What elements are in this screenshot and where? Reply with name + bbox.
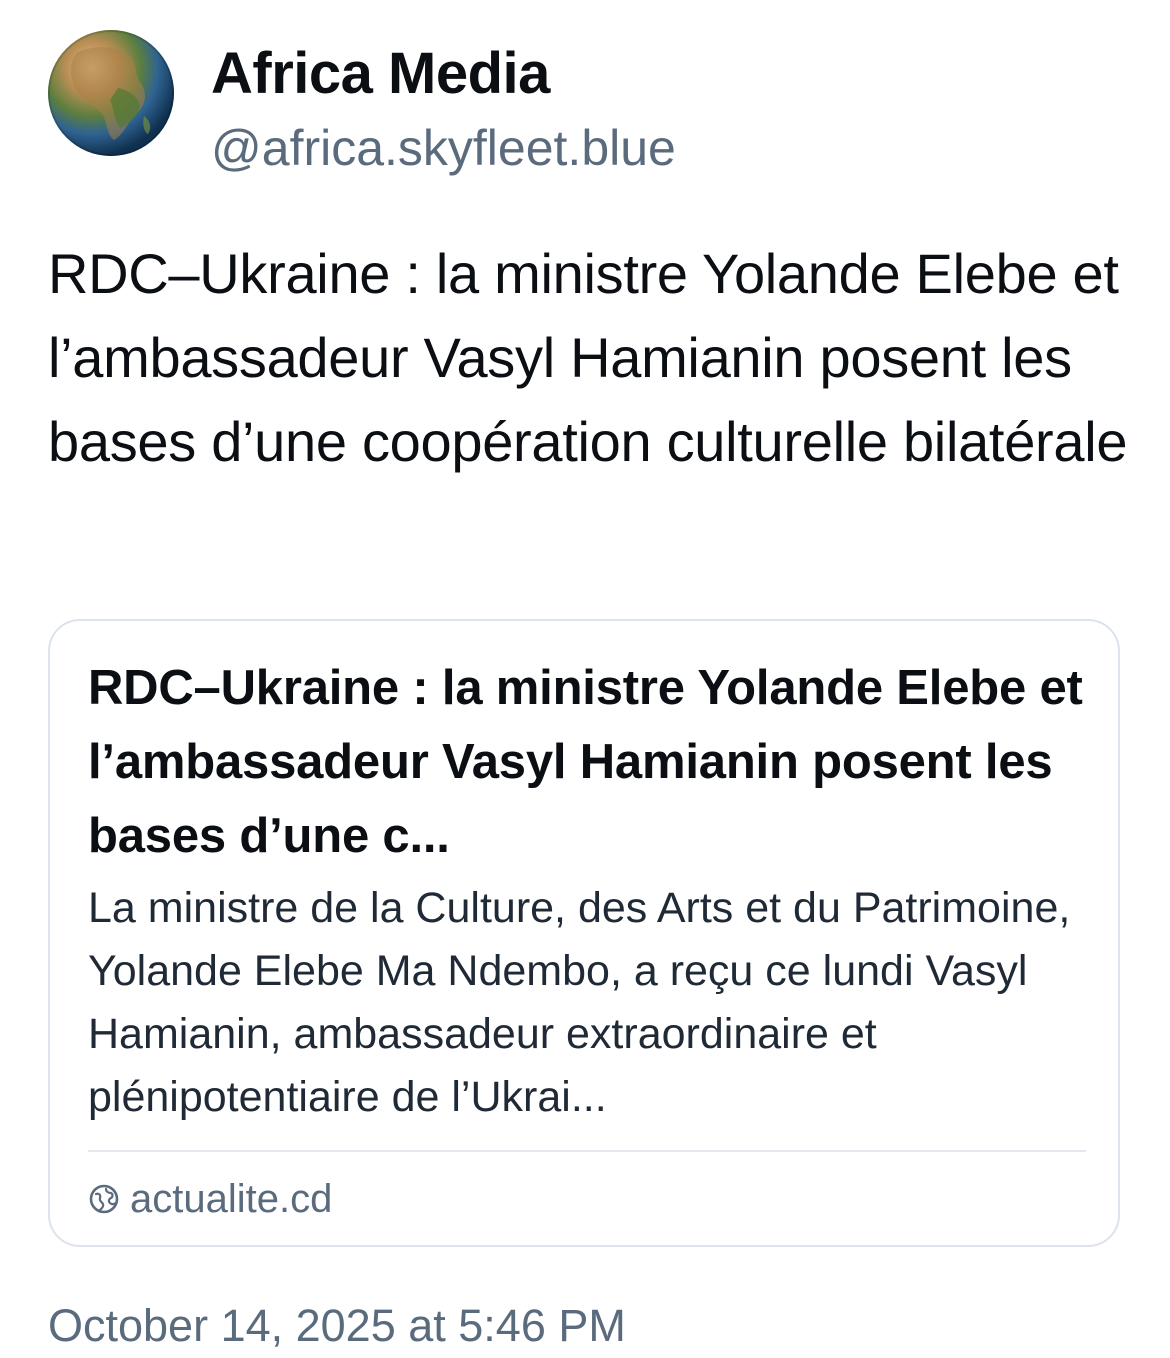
author-display-name[interactable]: Africa Media [211, 40, 550, 108]
post-timestamp[interactable]: October 14, 2025 at 5:46 PM [48, 1294, 626, 1358]
link-card-title: RDC–Ukraine : la ministre Yolande Elebe … [88, 661, 1083, 863]
link-card-domain: actualite.cd [130, 1177, 333, 1221]
card-divider [88, 1150, 1086, 1152]
post: Africa Media @africa.skyfleet.blue RDC–U… [0, 0, 1170, 1353]
avatar[interactable] [48, 30, 174, 156]
author-handle[interactable]: @africa.skyfleet.blue [211, 118, 676, 178]
link-card-description: La ministre de la Culture, des Arts et d… [88, 884, 1071, 1121]
post-header: Africa Media @africa.skyfleet.blue [48, 30, 1048, 176]
post-text: RDC–Ukraine : la ministre Yolande Elebe … [48, 242, 1128, 473]
earth-avatar-icon [48, 30, 174, 156]
link-card-source: actualite.cd [88, 1169, 332, 1229]
globe-icon [88, 1183, 120, 1215]
link-preview-card[interactable]: RDC–Ukraine : la ministre Yolande Elebe … [48, 619, 1120, 1247]
